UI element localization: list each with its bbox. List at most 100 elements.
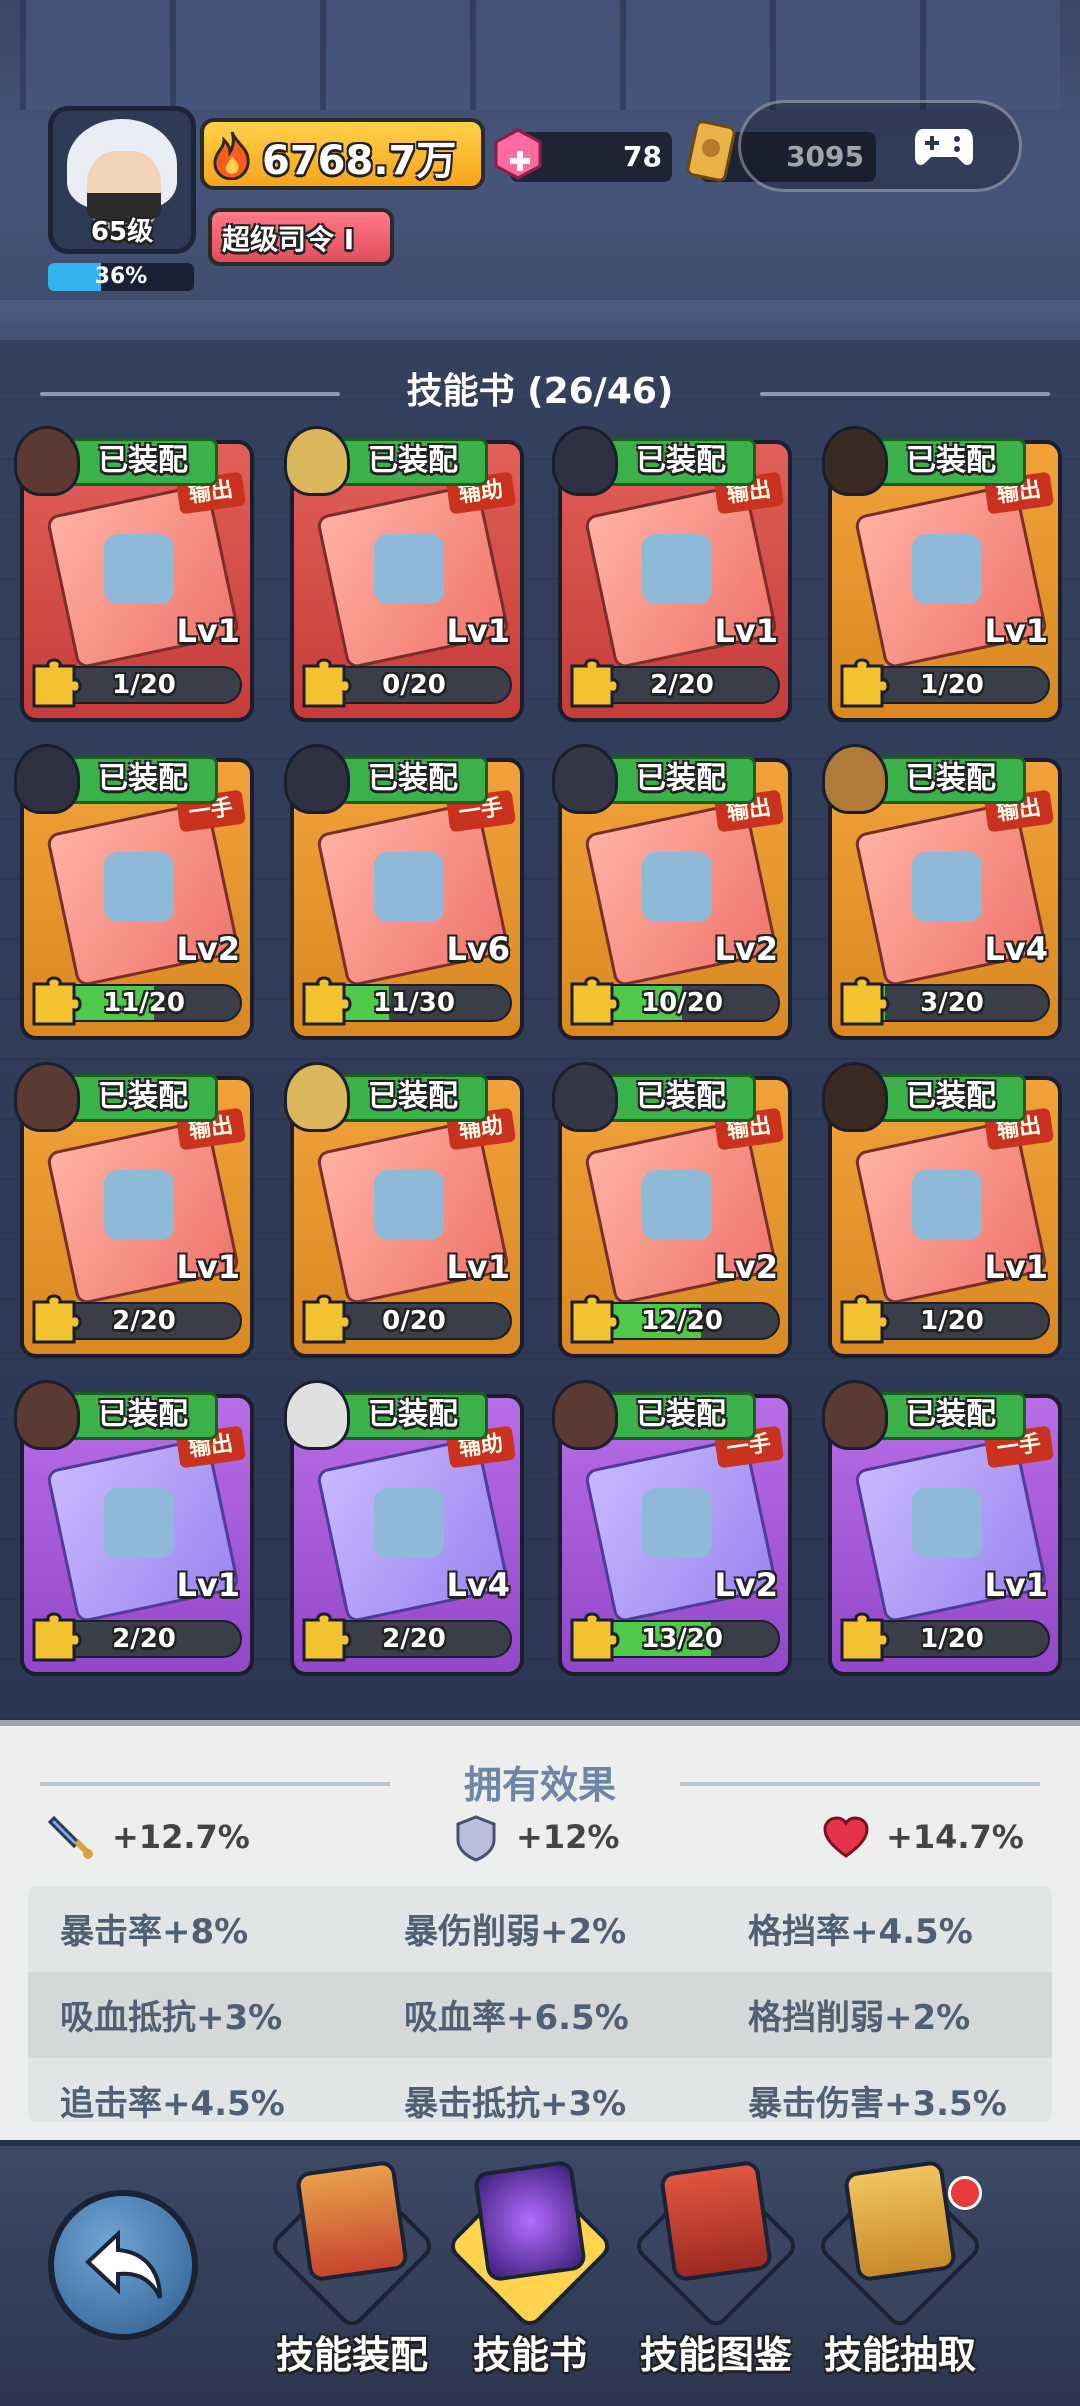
gamepad-button[interactable] <box>738 100 1022 192</box>
gamepad-icon <box>915 129 973 165</box>
sword-icon <box>48 1815 93 1859</box>
nav-label: 技能书 <box>472 2333 587 2377</box>
skill-book-card[interactable]: 一手 已装配 Lv2 11/20 <box>14 744 254 1040</box>
skill-book-card[interactable]: 输出 已装配 Lv1 1/20 <box>14 426 254 722</box>
player-avatar[interactable]: 65级 <box>48 106 196 254</box>
hero-portrait <box>14 1062 80 1132</box>
back-button[interactable] <box>48 2190 198 2340</box>
effects-row: 暴击率+8% 暴伤削弱+2% 格挡率+4.5% <box>28 1886 1052 1972</box>
puzzle-piece-icon <box>302 976 352 1026</box>
gem-value: 78 <box>623 140 662 173</box>
skill-item-icon <box>104 852 174 922</box>
skill-book-card[interactable]: 输出 已装配 Lv4 3/20 <box>822 744 1062 1040</box>
skill-level: Lv4 <box>446 1566 510 1604</box>
skill-level: Lv6 <box>446 930 510 968</box>
effect-cell: 吸血抵抗+3% <box>60 1998 283 2038</box>
player-title: 超级司令 I <box>222 223 355 256</box>
nav-skill-draw[interactable]: 技能抽取 <box>810 2159 990 2396</box>
skill-item-icon <box>642 534 712 604</box>
combat-power: 6768.7万 <box>200 118 485 190</box>
skill-item-icon <box>374 852 444 922</box>
equipped-tag: 已装配 <box>68 1392 218 1440</box>
hero-portrait <box>822 744 888 814</box>
skill-book-card[interactable]: 输出 已装配 Lv1 1/20 <box>822 426 1062 722</box>
equipped-tag: 已装配 <box>68 1074 218 1122</box>
skill-book-card[interactable]: 输出 已装配 Lv1 2/20 <box>552 426 792 722</box>
effect-cell: 格挡削弱+2% <box>748 1998 971 2038</box>
title-divider-right <box>760 392 1050 396</box>
skill-book-card[interactable]: 输出 已装配 Lv1 2/20 <box>14 1062 254 1358</box>
nav-skill-books[interactable]: 技能书 <box>440 2159 620 2396</box>
owned-effects-panel: 拥有效果 +12.7% +12% +14.7% 暴击率+8% 暴伤削弱+2% 格… <box>0 1720 1080 2146</box>
equipped-tag: 已装配 <box>606 1392 756 1440</box>
gear-book-icon <box>294 2159 410 2283</box>
skill-level: Lv1 <box>984 1566 1048 1604</box>
nav-label: 技能装配 <box>275 2333 428 2377</box>
equipped-tag: 已装配 <box>876 1392 1026 1440</box>
background-window <box>20 0 1060 110</box>
hero-portrait <box>284 744 350 814</box>
equipped-tag: 已装配 <box>606 1074 756 1122</box>
nav-skill-equip[interactable]: 技能装配 <box>262 2159 442 2396</box>
equipped-tag: 已装配 <box>606 756 756 804</box>
puzzle-piece-icon <box>840 658 890 708</box>
puzzle-piece-icon <box>570 1294 620 1344</box>
hero-portrait <box>822 1380 888 1450</box>
skill-item-icon <box>912 852 982 922</box>
skill-book-card[interactable]: 输出 已装配 Lv1 2/20 <box>14 1380 254 1676</box>
skill-book-card[interactable]: 一手 已装配 Lv2 13/20 <box>552 1380 792 1676</box>
skill-level: Lv2 <box>714 1248 778 1286</box>
skill-level: Lv1 <box>176 1248 240 1286</box>
skill-book-card[interactable]: 辅助 已装配 Lv1 0/20 <box>284 1062 524 1358</box>
hero-portrait <box>552 744 618 814</box>
skill-item-icon <box>912 1488 982 1558</box>
puzzle-piece-icon <box>302 658 352 708</box>
hero-portrait <box>284 426 350 496</box>
draw-books-icon <box>842 2159 958 2283</box>
equipped-tag: 已装配 <box>876 1074 1026 1122</box>
skill-book-card[interactable]: 输出 已装配 Lv1 1/20 <box>822 1062 1062 1358</box>
equipped-tag: 已装配 <box>876 756 1026 804</box>
equipped-tag: 已装配 <box>68 756 218 804</box>
skill-book-card[interactable]: 辅助 已装配 Lv4 2/20 <box>284 1380 524 1676</box>
skill-item-icon <box>642 1488 712 1558</box>
skill-level: Lv1 <box>984 1248 1048 1286</box>
skill-item-icon <box>104 1170 174 1240</box>
skill-item-icon <box>912 1170 982 1240</box>
hp-bonus: +14.7% <box>886 1818 1024 1856</box>
skill-level: Lv2 <box>714 1566 778 1604</box>
equipped-tag: 已装配 <box>68 438 218 486</box>
equipped-tag: 已装配 <box>338 1392 488 1440</box>
puzzle-piece-icon <box>32 976 82 1026</box>
attack-bonus: +12.7% <box>112 1818 250 1856</box>
skill-book-card[interactable]: 一手 已装配 Lv6 11/30 <box>284 744 524 1040</box>
effect-cell: 暴伤削弱+2% <box>404 1912 627 1952</box>
effect-cell: 吸血率+6.5% <box>404 1998 629 2038</box>
hero-portrait <box>14 744 80 814</box>
skill-book-card[interactable]: 输出 已装配 Lv2 12/20 <box>552 1062 792 1358</box>
skill-item-icon <box>374 534 444 604</box>
effect-cell: 暴击伤害+3.5% <box>748 2084 1007 2122</box>
skill-level: Lv2 <box>176 930 240 968</box>
effects-table[interactable]: 暴击率+8% 暴伤削弱+2% 格挡率+4.5% 吸血抵抗+3% 吸血率+6.5%… <box>28 1886 1052 2122</box>
nav-skill-codex[interactable]: 技能图鉴 <box>626 2159 806 2396</box>
skill-item-icon <box>642 852 712 922</box>
skill-level: Lv1 <box>714 612 778 650</box>
skill-book-card[interactable]: 输出 已装配 Lv2 10/20 <box>552 744 792 1040</box>
gem-plus-icon[interactable] <box>490 126 546 182</box>
exp-bar: 36% <box>48 263 194 291</box>
equipped-tag: 已装配 <box>338 1074 488 1122</box>
effect-cell: 格挡率+4.5% <box>748 1912 973 1952</box>
notification-dot <box>948 2176 982 2210</box>
fire-icon <box>213 131 250 180</box>
puzzle-piece-icon <box>302 1612 352 1662</box>
skill-book-card[interactable]: 辅助 已装配 Lv1 0/20 <box>284 426 524 722</box>
skill-book-card[interactable]: 一手 已装配 Lv1 1/20 <box>822 1380 1062 1676</box>
effects-row: 追击率+4.5% 暴击抵抗+3% 暴击伤害+3.5% <box>28 2058 1052 2122</box>
skill-item-icon <box>104 1488 174 1558</box>
bottom-navigation: 技能装配 技能书 技能图鉴 技能抽取 <box>0 2140 1080 2406</box>
player-title-badge[interactable]: 超级司令 I <box>208 208 394 266</box>
defense-bonus: +12% <box>516 1818 620 1856</box>
puzzle-piece-icon <box>302 1294 352 1344</box>
hero-portrait <box>14 1380 80 1450</box>
